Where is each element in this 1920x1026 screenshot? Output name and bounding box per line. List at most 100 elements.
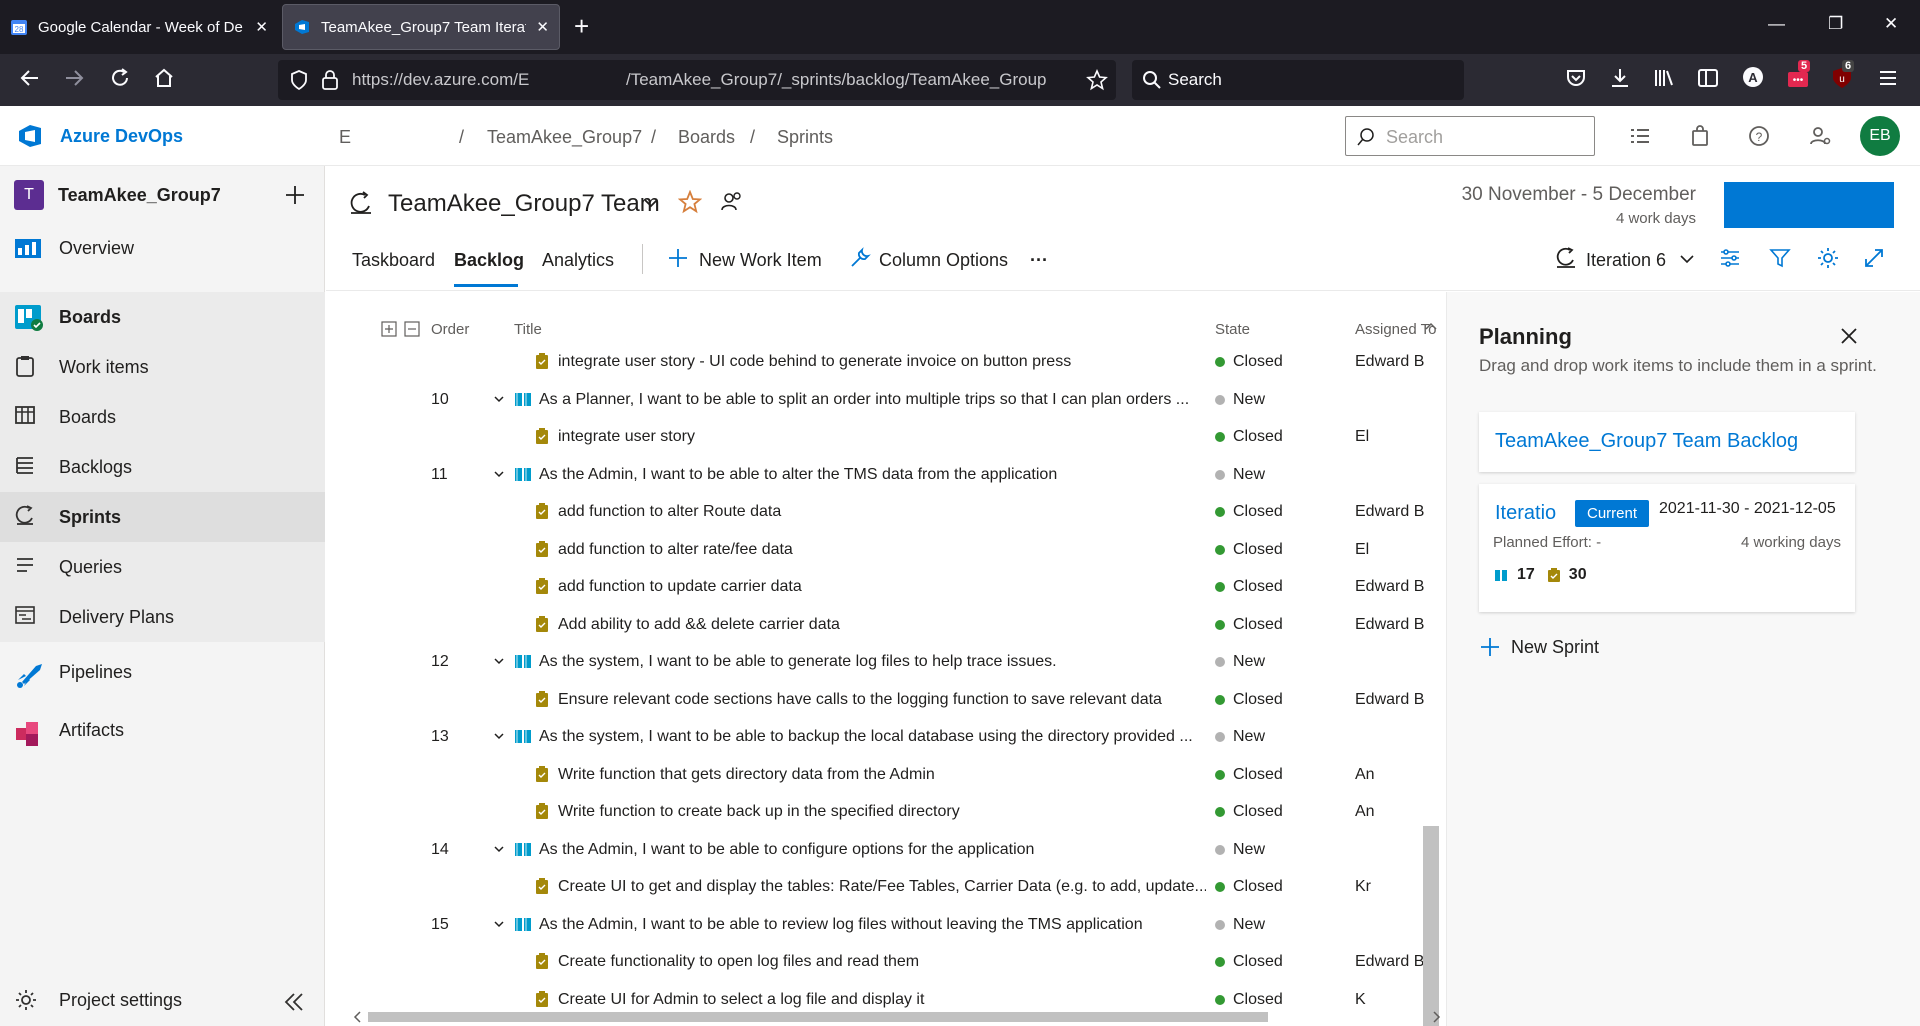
team-title[interactable]: TeamAkee_Group7 Team [388, 190, 660, 218]
work-item-title[interactable]: As the system, I want to be able to back… [539, 728, 1206, 746]
sidebar-item-pipelines[interactable]: Pipelines [0, 648, 325, 696]
work-item-title[interactable]: As the system, I want to be able to gene… [539, 653, 1206, 671]
sidebar-item-work-items[interactable]: Work items [0, 342, 325, 392]
new-work-item-button[interactable]: New Work Item [699, 250, 822, 271]
tab-taskboard[interactable]: Taskboard [352, 250, 435, 271]
tab-backlog[interactable]: Backlog [454, 250, 524, 271]
close-icon[interactable] [1839, 326, 1859, 346]
breadcrumb-organization[interactable]: E [339, 127, 351, 148]
backlog-row-task[interactable]: add function to alter rate/fee data Close… [326, 531, 1446, 569]
shopping-bag-icon[interactable] [1688, 124, 1712, 148]
backlog-row-task[interactable]: Write function that gets directory data … [326, 756, 1446, 794]
chevron-down-icon[interactable] [1678, 250, 1696, 268]
sidebar-item-artifacts[interactable]: Artifacts [0, 706, 325, 754]
close-tab-icon[interactable]: ✕ [255, 18, 268, 36]
reload-icon[interactable] [108, 66, 132, 90]
expand-chevron-icon[interactable] [493, 730, 505, 742]
work-item-title[interactable]: add function to update carrier data [558, 578, 1206, 596]
ublock-icon[interactable]: u 6 [1830, 60, 1855, 90]
expand-chevron-icon[interactable] [493, 393, 505, 405]
help-icon[interactable]: ? [1747, 124, 1771, 148]
url-bar[interactable]: https://dev.azure.com/E /TeamAkee_Group7… [278, 60, 1116, 100]
tab-analytics[interactable]: Analytics [542, 250, 614, 271]
work-item-title[interactable]: add function to alter rate/fee data [558, 541, 1206, 559]
forward-icon[interactable] [62, 66, 86, 90]
favorite-star-icon[interactable] [678, 190, 702, 214]
horizontal-scrollbar[interactable] [352, 1008, 1442, 1026]
pocket-icon[interactable] [1564, 66, 1588, 90]
work-item-title[interactable]: integrate user story - UI code behind to… [558, 353, 1206, 371]
collapse-all-icon[interactable] [404, 321, 420, 337]
work-item-title[interactable]: As the Admin, I want to be able to revie… [539, 916, 1206, 934]
backlog-row-user-story[interactable]: 14 As the Admin, I want to be able to con… [326, 831, 1446, 869]
work-item-title[interactable]: add function to alter Route data [558, 503, 1206, 521]
new-sprint-button[interactable]: New Sprint [1479, 636, 1599, 658]
filter-icon[interactable] [1768, 246, 1792, 270]
sidebar-item-backlogs[interactable]: Backlogs [0, 442, 325, 492]
window-close-icon[interactable]: ✕ [1884, 14, 1898, 34]
burndown-mini-chart[interactable] [1724, 182, 1894, 228]
sidebar-item-boards-hub[interactable]: Boards [0, 292, 325, 342]
iteration-link[interactable]: Iteratio [1495, 502, 1556, 525]
expand-chevron-icon[interactable] [493, 843, 505, 855]
column-header-title[interactable]: Title [514, 321, 542, 338]
task-list-icon[interactable] [1628, 124, 1652, 148]
expand-chevron-icon[interactable] [493, 655, 505, 667]
add-icon[interactable] [284, 184, 306, 206]
sidebar-item-delivery-plans[interactable]: Delivery Plans [0, 592, 325, 642]
sidebar-item-boards[interactable]: Boards [0, 392, 325, 442]
minimize-icon[interactable]: — [1768, 14, 1785, 34]
team-backlog-link[interactable]: TeamAkee_Group7 Team Backlog [1495, 430, 1798, 453]
breadcrumb-boards[interactable]: Boards [678, 127, 735, 148]
backlog-row-task[interactable]: integrate user story Closed El [326, 418, 1446, 456]
breadcrumb-sprints[interactable]: Sprints [777, 127, 833, 148]
add-icon[interactable] [666, 246, 690, 270]
avatar[interactable]: EB [1860, 116, 1900, 156]
azure-devops-logo-icon[interactable] [16, 122, 44, 150]
browser-search-field[interactable]: Search [1132, 60, 1464, 100]
backlog-row-user-story[interactable]: 13 As the system, I want to be able to ba… [326, 718, 1446, 756]
project-switcher[interactable]: T TeamAkee_Group7 [14, 180, 221, 210]
backlog-row-user-story[interactable]: 10 As a Planner, I want to be able to spl… [326, 381, 1446, 419]
backlog-row-user-story[interactable]: 15 As the Admin, I want to be able to rev… [326, 906, 1446, 944]
extension-icon[interactable]: ••• 5 [1786, 60, 1811, 90]
backlog-row-task[interactable]: Add ability to add && delete carrier dat… [326, 606, 1446, 644]
team-members-icon[interactable] [720, 190, 744, 214]
restore-icon[interactable]: ❐ [1828, 14, 1843, 34]
download-icon[interactable] [1608, 66, 1632, 90]
expand-all-icon[interactable] [381, 321, 397, 337]
back-icon[interactable] [18, 66, 42, 90]
work-item-title[interactable]: Ensure relevant code sections have calls… [558, 691, 1206, 709]
new-tab-icon[interactable]: + [574, 13, 589, 39]
backlog-row-task[interactable]: Ensure relevant code sections have calls… [326, 681, 1446, 719]
browser-tab-azure-devops[interactable]: TeamAkee_Group7 Team Iterati ✕ [282, 4, 560, 50]
team-backlog-card[interactable]: TeamAkee_Group7 Team Backlog [1479, 412, 1855, 472]
iteration-picker[interactable]: Iteration 6 [1586, 250, 1666, 271]
gear-icon[interactable] [1816, 246, 1840, 270]
work-item-title[interactable]: Create UI for Admin to select a log file… [558, 991, 1206, 1009]
view-options-icon[interactable] [1718, 246, 1742, 270]
backlog-row-task[interactable]: add function to update carrier data Close… [326, 568, 1446, 606]
work-item-title[interactable]: As the Admin, I want to be able to confi… [539, 841, 1206, 859]
ado-search-input[interactable]: Search [1345, 116, 1595, 156]
brand-name[interactable]: Azure DevOps [60, 126, 183, 147]
library-icon[interactable] [1652, 66, 1676, 90]
shield-icon[interactable] [288, 69, 310, 91]
column-header-state[interactable]: State [1215, 321, 1250, 338]
iteration-card[interactable]: Iteratio Current 2021-11-30 - 2021-12-05… [1479, 484, 1855, 612]
work-item-title[interactable]: Write function to create back up in the … [558, 803, 1206, 821]
backlog-row-task[interactable]: integrate user story - UI code behind to… [326, 343, 1446, 381]
close-tab-icon[interactable]: ✕ [536, 18, 549, 36]
backlog-row-task[interactable]: Create UI to get and display the tables:… [326, 868, 1446, 906]
work-item-title[interactable]: As a Planner, I want to be able to split… [539, 391, 1206, 409]
menu-icon[interactable] [1876, 66, 1900, 90]
work-item-title[interactable]: Add ability to add && delete carrier dat… [558, 616, 1206, 634]
fullscreen-icon[interactable] [1862, 246, 1886, 270]
wrench-icon[interactable] [848, 246, 872, 270]
backlog-row-user-story[interactable]: 11 As the Admin, I want to be able to alt… [326, 456, 1446, 494]
breadcrumb-project[interactable]: TeamAkee_Group7 [487, 127, 642, 148]
sidebar-item-queries[interactable]: Queries [0, 542, 325, 592]
work-item-title[interactable]: Create UI to get and display the tables:… [558, 878, 1206, 896]
backlog-row-task[interactable]: Write function to create back up in the … [326, 793, 1446, 831]
sidebar-item-overview[interactable]: Overview [0, 224, 325, 272]
